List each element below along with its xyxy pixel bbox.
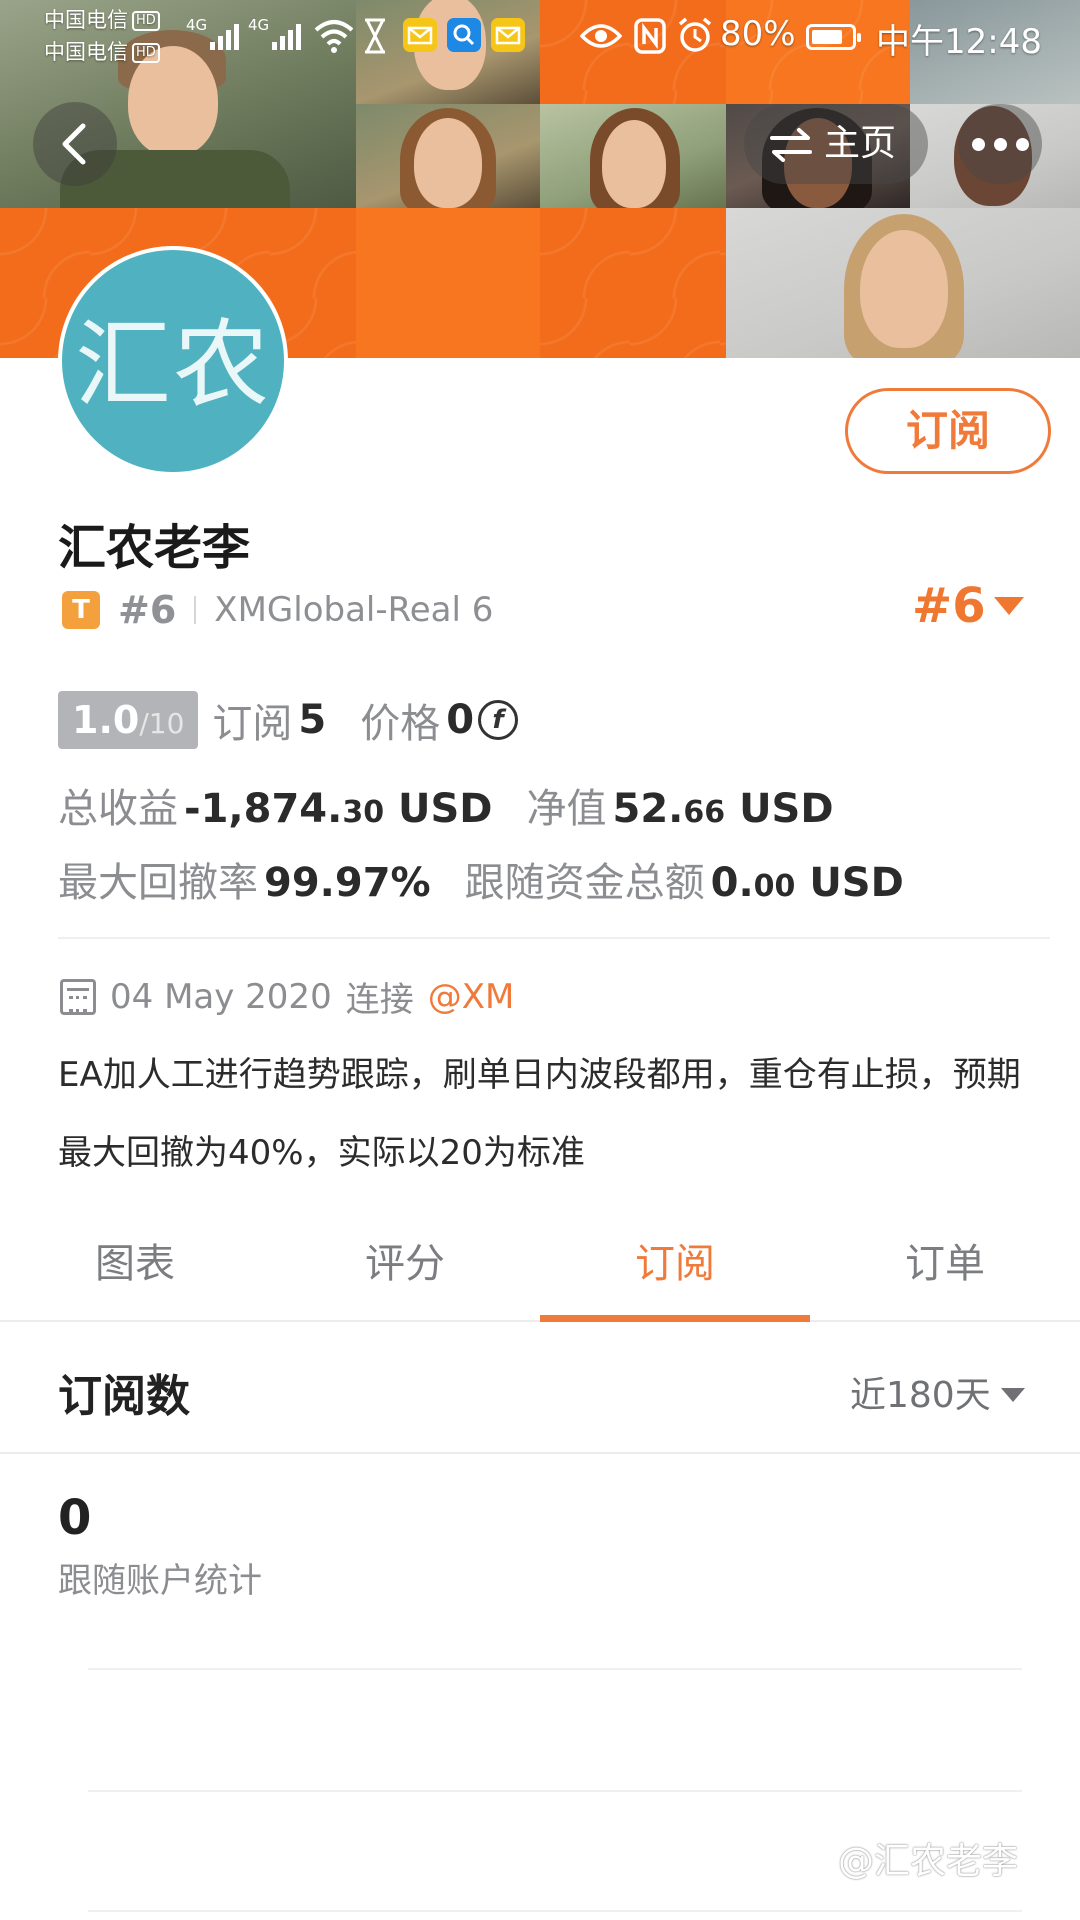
period-dropdown[interactable]: 近180天 (850, 1366, 1025, 1418)
equity-value: 52.66 USD (612, 786, 834, 832)
subscribe-button[interactable]: 订阅 (845, 388, 1051, 474)
join-connect-label: 连接 (345, 980, 414, 1020)
score-badge: 1.0/10 (58, 691, 199, 749)
period-label: 近180天 (850, 1375, 991, 1416)
rank-number: #6 (118, 588, 177, 632)
strategy-description: EA加人工进行趋势跟踪，刷单日内波段都用，重仓有止损，预期最大回撤为40%，实际… (58, 1055, 1021, 1173)
broker-link[interactable]: @XM (428, 977, 515, 1017)
banner-photo (726, 208, 1080, 358)
banner-orange-tile (356, 208, 540, 358)
price-value: 0 (446, 697, 475, 743)
network-type-label: 4G (248, 16, 270, 34)
more-button[interactable] (958, 104, 1042, 184)
nfc-icon (634, 18, 666, 54)
subscriptions-value: 5 (298, 697, 327, 743)
tab-rating[interactable]: 评分 (270, 1214, 540, 1320)
signal-icon (210, 22, 239, 50)
calendar-icon (60, 978, 96, 1015)
alarm-icon (678, 17, 712, 52)
chart-gridline (88, 1790, 1022, 1792)
follower-count-label: 跟随账户统计 (58, 1561, 262, 1601)
home-button[interactable]: 主页 (744, 104, 928, 184)
tab-bar: 图表 评分 订阅 订单 (0, 1214, 1080, 1322)
battery-icon (806, 24, 861, 50)
follow-funds-label: 跟随资金总额 (464, 860, 705, 906)
stats-row-2: 总收益 -1,874.30 USD 净值 52.66 USD (58, 776, 868, 834)
battery-percent: 80% (720, 14, 796, 54)
join-date: 04 May 2020 (110, 976, 332, 1017)
hourglass-icon (365, 18, 385, 54)
banner-photo (356, 104, 540, 208)
rank-row: T #6 XMGlobal-Real 6 (62, 588, 493, 632)
max-drawdown-label: 最大回撤率 (58, 860, 258, 906)
network-type-label: 4G (186, 16, 208, 34)
banner-photo (540, 104, 726, 208)
total-profit-value: -1,874.30 USD (184, 786, 493, 832)
signal-icon (272, 22, 301, 50)
avatar: 汇农 (58, 246, 288, 476)
follower-count: 0 (58, 1490, 92, 1546)
wifi-icon (314, 20, 354, 53)
mail-icon (491, 18, 525, 52)
clock: 中午12:48 (876, 22, 1042, 62)
total-profit-label: 总收益 (58, 786, 178, 832)
chart-gridline (88, 1668, 1022, 1670)
coin-icon: f (478, 700, 519, 740)
tab-chart[interactable]: 图表 (0, 1214, 270, 1320)
section-title: 订阅数 (58, 1371, 190, 1422)
caret-down-icon (993, 597, 1024, 615)
watermark: @汇农老李 (838, 1841, 1019, 1882)
carrier-label: 中国电信 HD (44, 8, 160, 32)
server-name: XMGlobal-Real 6 (214, 590, 494, 630)
max-drawdown-value: 99.97% (264, 860, 431, 906)
join-info: 04 May 2020 连接 @XM (60, 972, 514, 1021)
chart-gridline (88, 1910, 1022, 1912)
mail-icon (403, 18, 437, 52)
equity-label: 净值 (526, 786, 607, 832)
rank-dropdown-label: #6 (912, 578, 986, 634)
carrier-label: 中国电信 HD (44, 40, 160, 64)
swap-icon (770, 128, 812, 162)
subscription-section-header: 订阅数 近180天 (0, 1322, 1080, 1454)
subscriptions-label: 订阅 (212, 701, 293, 747)
trader-name: 汇农老李 (58, 520, 251, 576)
tab-orders[interactable]: 订单 (810, 1214, 1080, 1320)
status-bar: 中国电信 HD 中国电信 HD 4G 4G 80% 中午12:48 (0, 0, 1080, 76)
divider (58, 937, 1050, 939)
price-label: 价格 (360, 701, 441, 747)
stats-row-3: 最大回撤率 99.97% 跟随资金总额 0.00 USD (58, 850, 904, 908)
tab-subscriptions[interactable]: 订阅 (540, 1214, 810, 1322)
rank-dropdown[interactable]: #6 (912, 578, 1024, 634)
tier-badge: T (62, 591, 100, 629)
caret-down-icon (1000, 1388, 1025, 1402)
search-app-icon (447, 18, 481, 52)
home-label: 主页 (824, 123, 897, 164)
eye-icon (580, 24, 622, 48)
separator (194, 596, 197, 624)
stats-row-1: 1.0/10 订阅 5 价格 0 f (58, 690, 519, 750)
back-button[interactable] (33, 102, 117, 186)
banner-orange-tile (540, 208, 726, 358)
chevron-left-icon (62, 123, 86, 165)
follow-funds-value: 0.00 USD (710, 860, 904, 906)
